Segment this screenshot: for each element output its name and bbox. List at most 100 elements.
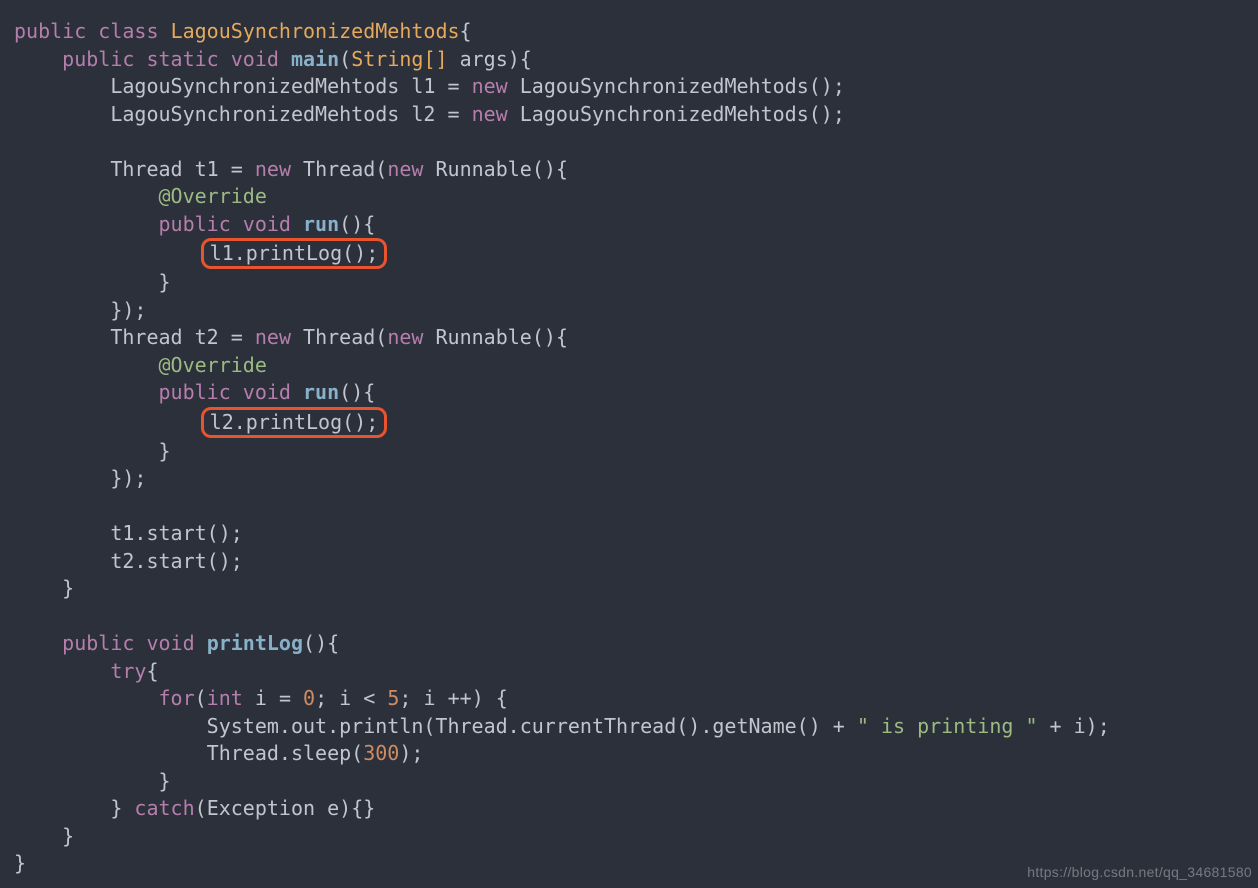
call-l1-printlog: l1.printLog(); (210, 241, 379, 265)
id-l1: l1 (411, 74, 435, 98)
op-eq: = (279, 686, 291, 710)
str-is-printing: " is printing " (857, 714, 1038, 738)
brace-open: { (363, 380, 375, 404)
type-thread: Thread (303, 157, 375, 181)
type-runnable: Runnable (436, 325, 532, 349)
paren-close: ) (339, 796, 351, 820)
brace-open: { (327, 631, 339, 655)
id-e: e (327, 796, 339, 820)
kw-void: void (231, 47, 279, 71)
annotation-override: @Override (159, 353, 267, 377)
type-ref: LagouSynchronizedMehtods (110, 102, 399, 126)
paren-open: ( (195, 686, 207, 710)
ctor-call: LagouSynchronizedMehtods (520, 74, 809, 98)
semi: ; (134, 466, 146, 490)
kw-for: for (159, 686, 195, 710)
kw-public: public (159, 380, 231, 404)
paren-open: ( (375, 325, 387, 349)
brace-open: { (460, 19, 472, 43)
type-thread: Thread (303, 325, 375, 349)
brace-open: { (146, 659, 158, 683)
paren-close: ) (544, 157, 556, 181)
op-eq: = (448, 74, 460, 98)
num-0: 0 (303, 686, 315, 710)
op-eq: = (448, 102, 460, 126)
call-t2-start: t2.start(); (110, 549, 242, 573)
brace-close: } (159, 439, 171, 463)
kw-int: int (207, 686, 243, 710)
class-name: LagouSynchronizedMehtods (171, 19, 460, 43)
kw-public: public (159, 212, 231, 236)
semi: ; (134, 298, 146, 322)
sys-out-tail: + i); (1038, 714, 1110, 738)
brace-close: } (14, 851, 26, 875)
brace-open: { (496, 686, 508, 710)
kw-public: public (62, 47, 134, 71)
brace-close: } (110, 298, 122, 322)
brace-close: } (62, 576, 74, 600)
id-args: args (460, 47, 508, 71)
paren-close: ) (508, 47, 520, 71)
op-lt: < (363, 686, 375, 710)
kw-public: public (14, 19, 86, 43)
code-block: public class LagouSynchronizedMehtods{ p… (0, 0, 1258, 888)
kw-public: public (62, 631, 134, 655)
paren-open: ( (375, 157, 387, 181)
fn-main: main (291, 47, 339, 71)
op-eq: = (231, 157, 243, 181)
brace-open: { (363, 212, 375, 236)
paren-close: ) (351, 212, 363, 236)
fn-printlog: printLog (207, 631, 303, 655)
kw-class: class (98, 19, 158, 43)
kw-catch: catch (134, 796, 194, 820)
fn-run: run (303, 212, 339, 236)
paren-open: ( (809, 74, 821, 98)
paren-open: ( (303, 631, 315, 655)
brace-close: } (110, 796, 122, 820)
call-t1-start: t1.start(); (110, 521, 242, 545)
paren-close: ) (472, 686, 484, 710)
op-eq: = (231, 325, 243, 349)
brace-open: { (556, 157, 568, 181)
kw-void: void (243, 380, 291, 404)
kw-new: new (387, 157, 423, 181)
paren-close: ) (122, 298, 134, 322)
paren-open: ( (532, 325, 544, 349)
type-thread: Thread (110, 157, 182, 181)
brace-open: { (351, 796, 363, 820)
paren-open: ( (532, 157, 544, 181)
num-300: 300 (363, 741, 399, 765)
brace-open: { (520, 47, 532, 71)
kw-new: new (255, 325, 291, 349)
kw-new: new (472, 102, 508, 126)
semi: ; (833, 74, 845, 98)
type-exception: Exception (207, 796, 315, 820)
watermark-text: https://blog.csdn.net/qq_34681580 (1027, 864, 1252, 880)
ctor-call: LagouSynchronizedMehtods (520, 102, 809, 126)
kw-void: void (243, 212, 291, 236)
kw-new: new (387, 325, 423, 349)
kw-try: try (110, 659, 146, 683)
brace-close: } (62, 824, 74, 848)
kw-static: static (146, 47, 218, 71)
type-ref: LagouSynchronizedMehtods (110, 74, 399, 98)
id-i: i (255, 686, 267, 710)
semi: ; (833, 102, 845, 126)
paren-open: ( (809, 102, 821, 126)
annotation-override: @Override (159, 184, 267, 208)
id-i: i (424, 686, 436, 710)
type-runnable: Runnable (436, 157, 532, 181)
paren-close: ) (122, 466, 134, 490)
sys-out-head: System.out.println(Thread.currentThread(… (207, 714, 857, 738)
brace-open: { (556, 325, 568, 349)
thread-sleep-head: Thread.sleep( (207, 741, 364, 765)
highlight-l1-printlog: l1.printLog(); (201, 238, 388, 269)
paren-close: ) (821, 74, 833, 98)
paren-open: ( (339, 380, 351, 404)
id-t1: t1 (195, 157, 219, 181)
num-5: 5 (387, 686, 399, 710)
thread-sleep-tail: ); (399, 741, 423, 765)
brace-close: } (159, 769, 171, 793)
paren-open: ( (195, 796, 207, 820)
brace-close: } (363, 796, 375, 820)
